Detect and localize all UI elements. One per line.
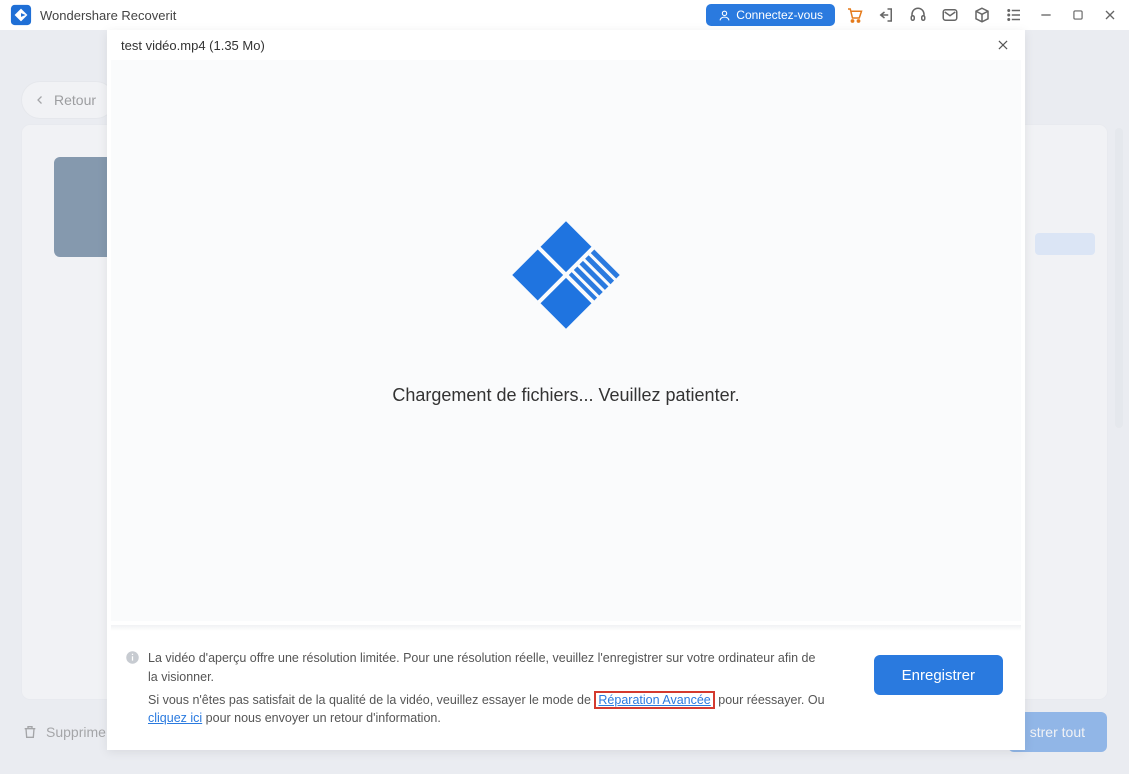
info-block: La vidéo d'aperçu offre une résolution l…	[125, 649, 825, 728]
info-icon	[125, 650, 140, 728]
exit-icon[interactable]	[877, 6, 895, 24]
modal-body: Chargement de fichiers... Veuillez patie…	[111, 60, 1021, 621]
info-line2c: pour nous envoyer un retour d'informatio…	[202, 711, 441, 725]
click-here-link[interactable]: cliquez ici	[148, 711, 202, 725]
connect-label: Connectez-vous	[736, 8, 823, 22]
app-title: Wondershare Recoverit	[40, 8, 176, 23]
cart-icon[interactable]	[845, 6, 863, 24]
advanced-repair-link[interactable]: Réparation Avancée	[594, 691, 714, 709]
info-line1: La vidéo d'aperçu offre une résolution l…	[148, 649, 825, 687]
save-button[interactable]: Enregistrer	[874, 655, 1003, 695]
preview-modal: test vidéo.mp4 (1.35 Mo)	[107, 30, 1025, 750]
loading-logo-icon	[506, 215, 626, 335]
close-button[interactable]	[1101, 6, 1119, 24]
info-text: La vidéo d'aperçu offre une résolution l…	[148, 649, 825, 728]
support-icon[interactable]	[909, 6, 927, 24]
connect-button[interactable]: Connectez-vous	[706, 4, 835, 26]
maximize-button[interactable]	[1069, 6, 1087, 24]
app-logo-icon	[10, 4, 32, 26]
minimize-button[interactable]	[1037, 6, 1055, 24]
mail-icon[interactable]	[941, 6, 959, 24]
modal-close-button[interactable]	[995, 37, 1011, 53]
modal-filename: test vidéo.mp4 (1.35 Mo)	[121, 38, 265, 53]
cube-icon[interactable]	[973, 6, 991, 24]
titlebar-icons	[845, 6, 1119, 24]
list-icon[interactable]	[1005, 6, 1023, 24]
modal-footer: La vidéo d'aperçu offre une résolution l…	[107, 631, 1025, 750]
modal-header: test vidéo.mp4 (1.35 Mo)	[107, 30, 1025, 60]
info-line2: Si vous n'êtes pas satisfait de la quali…	[148, 691, 825, 729]
info-line2b: pour réessayer. Ou	[715, 693, 825, 707]
loading-text: Chargement de fichiers... Veuillez patie…	[392, 385, 739, 406]
info-line2a: Si vous n'êtes pas satisfait de la quali…	[148, 693, 594, 707]
titlebar: Wondershare Recoverit Connectez-vous	[0, 0, 1129, 30]
